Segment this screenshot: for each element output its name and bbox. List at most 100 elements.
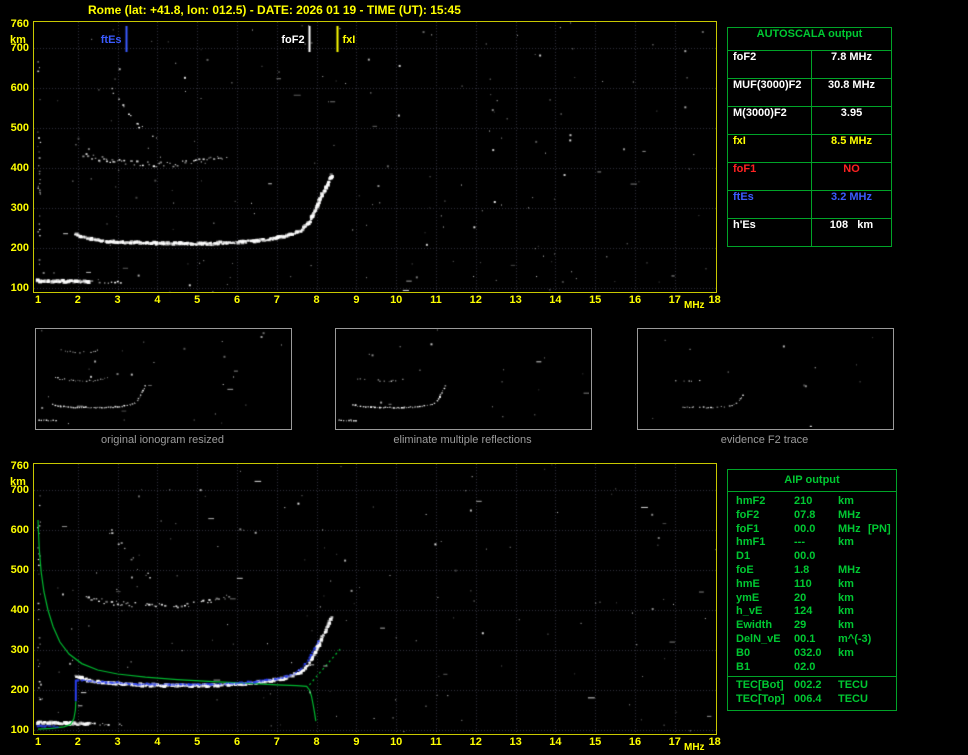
aip-unit: km	[838, 591, 854, 604]
aip-row-hmF2: hmF2 210 km	[736, 495, 896, 509]
aip-value: 00.0	[794, 522, 816, 535]
y-tick-700: 700	[10, 42, 29, 54]
x-tick-12: 12	[469, 736, 482, 748]
thumbnail-original-ionogram	[35, 328, 292, 430]
aip-row-foE: foE 1.8 MHz	[736, 564, 896, 578]
autoscala-table-body: foF2 7.8 MHz MUF(3000)F2 30.8 MHz M(3000)F2 3…	[728, 51, 891, 246]
y-tick-400: 400	[10, 162, 29, 174]
autoscala-param-value: 7.8 MHz	[831, 51, 872, 63]
aip-label: D1	[736, 550, 751, 563]
aip-value: 00.0	[794, 550, 816, 563]
x-tick-10: 10	[390, 294, 403, 306]
aip-row-h_vE: h_vE 124 km	[736, 605, 896, 619]
x-tick-5: 5	[194, 736, 201, 748]
x-tick-3: 3	[114, 736, 121, 748]
aip-unit: MHz	[838, 563, 861, 576]
y-tick-400: 400	[10, 604, 29, 616]
y-tick-500: 500	[10, 122, 29, 134]
x-tick-16: 16	[628, 736, 642, 748]
autoscala-row-h'Es: h'Es 108 km	[728, 219, 891, 246]
aip-label: h_vE	[736, 605, 763, 618]
autoscala-table-title: AUTOSCALA output	[728, 28, 891, 51]
autoscala-param-label: M(3000)F2	[728, 107, 812, 134]
autoscala-param-label: ftEs	[728, 191, 812, 218]
aip-unit	[838, 550, 868, 564]
x-tick-18: 18	[708, 736, 721, 748]
aip-row-ymE: ymE 20 km	[736, 592, 896, 606]
thumbnail-original-canvas	[36, 329, 289, 427]
x-tick-17: 17	[668, 294, 681, 306]
y-tick-200: 200	[10, 242, 29, 254]
ionogram-canvas-bottom	[34, 464, 716, 734]
autoscala-param-label: MUF(3000)F2	[728, 79, 812, 106]
aip-note	[868, 661, 896, 675]
aip-label: ymE	[736, 591, 760, 604]
aip-row-foF1: foF1 00.0 MHz [PN]	[736, 523, 896, 537]
aip-row-hmF1: hmF1 --- km	[736, 536, 896, 550]
aip-label: foE	[736, 563, 754, 576]
y-tick-300: 300	[10, 202, 29, 214]
aip-note	[868, 564, 896, 578]
aip-output-table: AIP output hmF2 210 km foF2 07.8 MHz foF1 00.0 M…	[727, 469, 897, 711]
x-tick-1: 1	[34, 736, 42, 748]
aip-note	[868, 633, 896, 647]
aip-label: foF1	[736, 522, 760, 535]
x-tick-5: 5	[194, 294, 201, 306]
y-tick-500: 500	[10, 564, 29, 576]
aip-note	[868, 536, 896, 550]
x-tick-4: 4	[154, 736, 161, 748]
aip-value: 20	[794, 591, 807, 604]
aip-table-body: hmF2 210 km foF2 07.8 MHz foF1 00.0 MHz [PN] hmF1 -…	[728, 492, 896, 676]
aip-unit: km	[838, 495, 854, 507]
aip-unit: TECU	[838, 679, 868, 692]
autoscala-param-label: h'Es	[728, 219, 812, 246]
autoscala-param-value: 8.5 MHz	[831, 135, 872, 147]
x-tick-2: 2	[74, 736, 81, 748]
aip-value: 002.2	[794, 679, 822, 692]
x-tick-15: 15	[589, 294, 602, 306]
x-tick-4: 4	[154, 294, 161, 306]
aip-label: hmE	[736, 577, 760, 590]
autoscala-param-label: foF2	[728, 51, 812, 78]
aip-unit: MHz	[838, 522, 861, 535]
aip-value: 006.4	[794, 693, 822, 706]
aip-value: 02.0	[794, 660, 816, 673]
aip-label: foF2	[736, 508, 760, 521]
x-tick-6: 6	[233, 294, 241, 306]
thumbnail-eliminate-canvas	[336, 329, 589, 427]
y-tick-600: 600	[10, 82, 29, 94]
autoscala-row-M(3000)F2: M(3000)F2 3.95	[728, 107, 891, 135]
ionogram-plot-bottom	[33, 463, 717, 735]
aip-row-B1: B1 02.0	[736, 661, 896, 675]
x-tick-11: 11	[430, 736, 442, 748]
ionogram-canvas-top	[34, 22, 716, 292]
aip-row-TEC[Top]: TEC[Top] 006.4 TECU	[736, 693, 896, 707]
aip-row-TEC[Bot]: TEC[Bot] 002.2 TECU	[736, 679, 896, 693]
autoscala-row-foF1: foF1 NO	[728, 163, 891, 191]
x-tick-17: 17	[668, 736, 681, 748]
x-tick-6: 6	[233, 736, 241, 748]
x-tick-9: 9	[353, 294, 360, 306]
aip-value: 210	[794, 495, 813, 507]
aip-label: Ewidth	[736, 619, 773, 632]
aip-value: 07.8	[794, 508, 816, 521]
x-tick-2: 2	[74, 294, 81, 306]
y-axis-unit-label: km	[10, 476, 26, 488]
aip-unit: MHz	[838, 508, 861, 521]
aip-label: TEC[Bot]	[736, 679, 784, 692]
x-tick-7: 7	[273, 736, 280, 748]
aip-label: hmF1	[736, 536, 766, 549]
x-tick-9: 9	[353, 736, 360, 748]
autoscala-param-value: 3.2 MHz	[831, 191, 872, 203]
aip-note	[868, 619, 896, 633]
aip-unit: km	[838, 646, 854, 659]
x-tick-8: 8	[313, 294, 320, 306]
thumbnail-caption-eliminate: eliminate multiple reflections	[393, 434, 532, 446]
x-tick-8: 8	[313, 736, 320, 748]
y-tick-760: 760	[10, 460, 29, 472]
aip-value: ---	[794, 536, 805, 549]
x-tick-3: 3	[114, 294, 121, 306]
aip-row-Ewidth: Ewidth 29 km	[736, 619, 896, 633]
aip-value: 1.8	[794, 563, 810, 576]
aip-label: B0	[736, 646, 751, 659]
